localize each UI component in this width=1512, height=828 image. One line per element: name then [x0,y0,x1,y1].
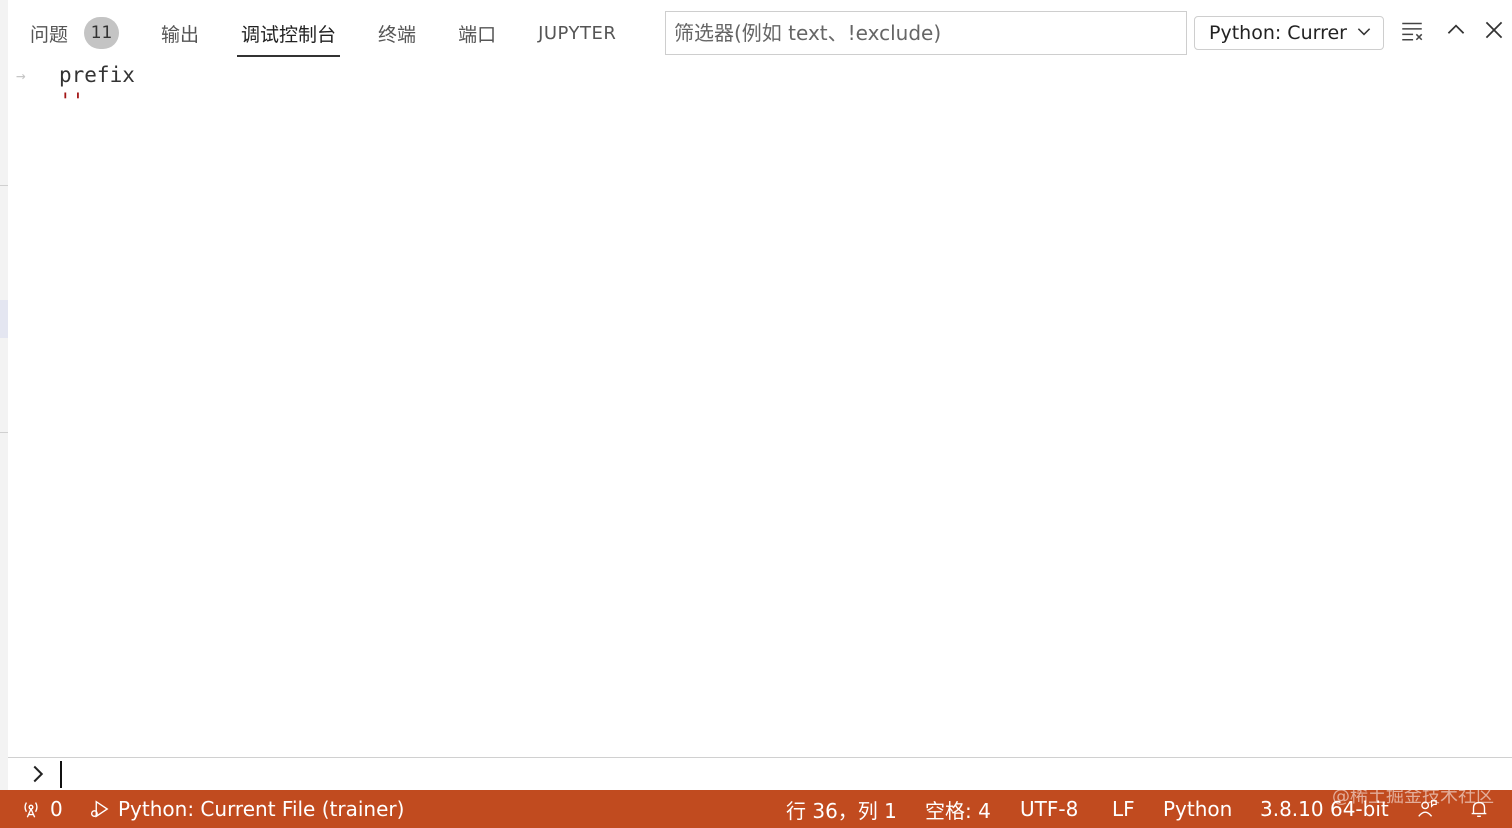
debug-session-select[interactable]: Python: Currer [1194,16,1384,50]
filter-input[interactable] [674,21,1178,45]
tab-label: JUPYTER [538,22,617,44]
tab-terminal[interactable]: 终端 [378,9,416,57]
console-result: '' [59,89,85,113]
debug-session-value: Python: Currer [1209,22,1347,44]
divider [0,185,8,186]
language-mode-item[interactable]: Python [1163,790,1232,828]
close-icon [1481,17,1507,47]
clear-console-button[interactable] [1396,16,1428,48]
encoding: UTF-8 [1020,797,1079,821]
panel-header: 问题 11 输出 调试控制台 终端 端口 JUPYTER Python: Cur… [8,0,1512,62]
debug-console-output[interactable]: → prefix '' [8,62,1512,756]
debug-config-label: Python: Current File (trainer) [118,797,405,821]
cursor-position-item[interactable]: 行 36，列 1 [786,790,897,828]
console-expression: prefix [59,63,135,87]
debug-config-item[interactable]: Python: Current File (trainer) [88,790,404,828]
tab-label: 端口 [458,23,497,46]
tab-jupyter[interactable]: JUPYTER [538,9,616,57]
cursor-position: 行 36，列 1 [786,798,897,823]
eol: LF [1112,797,1135,821]
editor-gutter-strip [0,0,8,790]
tab-label: 输出 [161,23,200,46]
scroll-highlight [0,300,8,338]
clear-all-icon [1399,17,1425,47]
language-mode: Python [1163,797,1233,821]
problems-count-badge: 11 [84,17,120,49]
indentation-item[interactable]: 空格: 4 [925,790,991,828]
close-panel-button[interactable] [1478,16,1510,48]
tab-ports[interactable]: 端口 [458,9,496,57]
watermark: @稀土掘金技术社区 [1332,786,1494,807]
chevron-down-icon [1355,22,1373,45]
eol-item[interactable]: LF [1112,790,1135,828]
tab-debug-console[interactable]: 调试控制台 [237,9,341,57]
debug-run-icon [90,800,109,818]
chevron-right-icon [28,764,48,788]
filter-box [665,11,1187,55]
tab-label: 问题 [30,23,69,46]
broadcast-icon [24,802,38,818]
maximize-panel-button[interactable] [1440,16,1472,48]
tab-label: 终端 [378,23,417,46]
panel-tabs: 问题 11 输出 调试控制台 终端 端口 JUPYTER [30,8,658,58]
ports-status-item[interactable]: 0 [20,790,63,828]
tab-output[interactable]: 输出 [161,9,199,57]
ports-count: 0 [50,797,63,821]
tab-label: 调试控制台 [241,23,337,46]
text-caret [60,761,62,788]
evaluation-arrow-icon: → [16,65,26,85]
status-bar: 0 Python: Current File (trainer) 行 36，列 … [0,790,1512,828]
encoding-item[interactable]: UTF-8 [1020,790,1078,828]
console-input-row[interactable] [8,757,1512,790]
divider [0,432,8,433]
chevron-up-icon [1443,17,1469,47]
indentation: 空格: 4 [925,798,991,823]
tab-problems[interactable]: 问题 11 [30,9,120,57]
